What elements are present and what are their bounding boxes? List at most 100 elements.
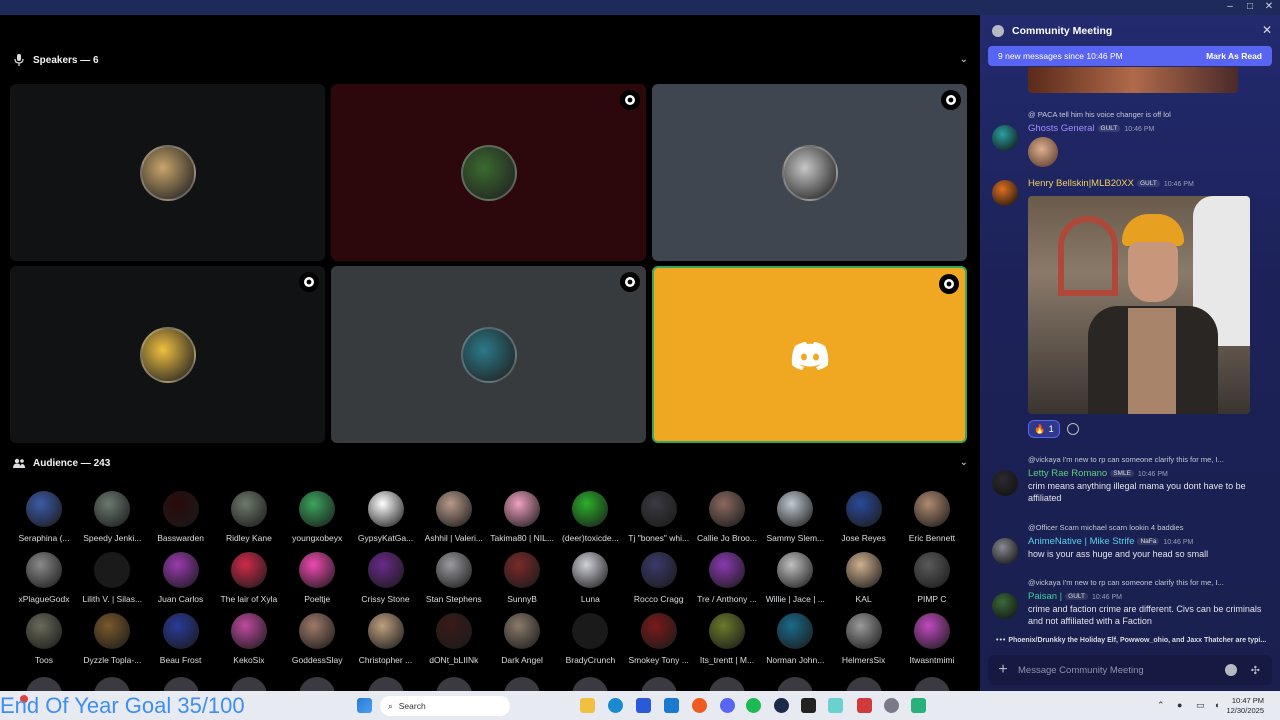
audience-member[interactable]: xPlagueGodx: [10, 552, 78, 604]
close-window-button[interactable]: ✕: [1262, 1, 1276, 13]
new-messages-bar[interactable]: 9 new messages since 10:46 PM Mark As Re…: [988, 46, 1272, 66]
audience-member[interactable]: (deer)toxicde...: [556, 491, 624, 543]
speaker-tile[interactable]: [331, 266, 646, 443]
audience-member[interactable]: Tj "bones" whi...: [625, 491, 693, 543]
author-name[interactable]: Henry Bellskin|MLB20XX: [1028, 178, 1134, 189]
reply-preview[interactable]: @vickaya I'm new to rp can someone clari…: [1028, 578, 1224, 587]
start-button[interactable]: [357, 698, 372, 713]
search-box[interactable]: ⌕ Search: [380, 696, 510, 716]
audience-member[interactable]: HelmersSix: [830, 613, 898, 665]
audience-member[interactable]: Eric Bennett: [898, 491, 966, 543]
audience-member[interactable]: Basswarden: [147, 491, 215, 543]
message-input[interactable]: Message Community Meeting: [1018, 665, 1225, 676]
audience-member[interactable]: Speedy Jenki...: [78, 491, 146, 543]
audience-member[interactable]: Its_trentt | M...: [693, 613, 761, 665]
audience-member[interactable]: Christopher ...: [352, 613, 420, 665]
app-icon[interactable]: [911, 698, 926, 713]
audience-member[interactable]: SunnyB: [488, 552, 556, 604]
audience-member[interactable]: Crissy Stone: [352, 552, 420, 604]
speaker-tile[interactable]: [331, 84, 646, 261]
add-reaction-icon[interactable]: [1067, 423, 1079, 435]
audience-member[interactable]: youngxobeyx: [283, 491, 351, 543]
avatar[interactable]: [992, 125, 1018, 151]
audience-member[interactable]: Itwasntmimi: [898, 613, 966, 665]
speaker-tile[interactable]: [10, 266, 325, 443]
minimize-button[interactable]: –: [1223, 1, 1237, 13]
reply-preview[interactable]: @vickaya I'm new to rp can someone clari…: [1028, 455, 1224, 464]
close-icon[interactable]: ✕: [1262, 23, 1272, 37]
steam-icon[interactable]: [774, 698, 789, 713]
network-icon[interactable]: ▭: [1196, 700, 1205, 711]
audience-member[interactable]: Dyzzle Topla-...: [78, 613, 146, 665]
audience-member[interactable]: Jose Reyes: [830, 491, 898, 543]
avatar[interactable]: [992, 470, 1018, 496]
reaction-chip[interactable]: 🔥 1: [1028, 420, 1060, 438]
chevron-down-icon[interactable]: ⌄: [960, 54, 968, 65]
audience-member[interactable]: Dark Angel: [488, 613, 556, 665]
firefox-icon[interactable]: [692, 698, 707, 713]
reply-preview[interactable]: @Officer Scam michael scarn lookin 4 bad…: [1028, 523, 1183, 532]
author-name[interactable]: Letty Rae Romano: [1028, 468, 1107, 479]
audience-member[interactable]: Beau Frost: [147, 613, 215, 665]
mail-icon[interactable]: [664, 698, 679, 713]
xbox-icon[interactable]: [801, 698, 816, 713]
audience-header[interactable]: Audience — 243: [12, 453, 110, 473]
audience-member[interactable]: Tre / Anthony ...: [693, 552, 761, 604]
speakers-header[interactable]: Speakers — 6: [12, 50, 99, 70]
reply-preview[interactable]: @ PACA tell him his voice changer is off…: [1028, 110, 1171, 119]
microphone-tray-icon[interactable]: ●: [1177, 700, 1182, 710]
audience-member[interactable]: Willie | Jace | ...: [761, 552, 829, 604]
audience-member[interactable]: Lilith V. | Silas...: [78, 552, 146, 604]
audience-member[interactable]: Ashhil | Valeri...: [420, 491, 488, 543]
app-icon[interactable]: [828, 698, 843, 713]
audience-member[interactable]: Poeltje: [283, 552, 351, 604]
settings-icon[interactable]: [884, 698, 899, 713]
maximize-button[interactable]: □: [1243, 1, 1257, 13]
avatar[interactable]: [992, 593, 1018, 619]
apps-icon[interactable]: ✣: [1251, 664, 1260, 677]
attachment-image[interactable]: [1028, 196, 1250, 414]
audience-member[interactable]: KekoSix: [215, 613, 283, 665]
chevron-up-icon[interactable]: ⌃: [1157, 700, 1165, 711]
message-composer[interactable]: + Message Community Meeting ✣: [988, 655, 1272, 685]
audience-member[interactable]: Ridley Kane: [215, 491, 283, 543]
valorant-icon[interactable]: [857, 698, 872, 713]
speaker-tile[interactable]: [652, 266, 967, 443]
edge-icon[interactable]: [608, 698, 623, 713]
speaker-tile[interactable]: [652, 84, 967, 261]
audience-member[interactable]: Luna: [556, 552, 624, 604]
audience-member[interactable]: KAL: [830, 552, 898, 604]
audience-member[interactable]: Norman John...: [761, 613, 829, 665]
audience-member[interactable]: Rocco Cragg: [625, 552, 693, 604]
audience-member[interactable]: Callie Jo Broo...: [693, 491, 761, 543]
mark-as-read-button[interactable]: Mark As Read: [1206, 51, 1262, 61]
speaker-tile[interactable]: [10, 84, 325, 261]
store-icon[interactable]: [636, 698, 651, 713]
audience-member[interactable]: The lair of Xyla: [215, 552, 283, 604]
clock[interactable]: 10:47 PM 12/30/2025: [1226, 696, 1264, 716]
author-name[interactable]: Paisan |: [1028, 591, 1062, 602]
audience-member[interactable]: Stan Stephens: [420, 552, 488, 604]
sticker-image[interactable]: [1028, 137, 1058, 167]
audience-member[interactable]: dONt_bLIINk: [420, 613, 488, 665]
audience-member[interactable]: Takima80 | NIL...: [488, 491, 556, 543]
file-explorer-icon[interactable]: [580, 698, 595, 713]
discord-icon[interactable]: [720, 698, 735, 713]
plus-icon[interactable]: +: [988, 661, 1018, 679]
audience-member[interactable]: BradyCrunch: [556, 613, 624, 665]
audience-member[interactable]: Smokey Tony ...: [625, 613, 693, 665]
author-name[interactable]: Ghosts General: [1028, 123, 1095, 134]
audience-member[interactable]: Juan Carlos: [147, 552, 215, 604]
audience-member[interactable]: Sammy Slem...: [761, 491, 829, 543]
audience-member[interactable]: GoddessSlay: [283, 613, 351, 665]
emoji-icon[interactable]: [1224, 664, 1237, 676]
spotify-icon[interactable]: [746, 698, 761, 713]
audience-member[interactable]: Toos: [10, 613, 78, 665]
attachment-image[interactable]: [1028, 67, 1238, 93]
audience-member[interactable]: Seraphina (...: [10, 491, 78, 543]
audience-member[interactable]: PIMP C: [898, 552, 966, 604]
author-name[interactable]: AnimeNative | Mike Strife: [1028, 536, 1134, 547]
avatar[interactable]: [992, 538, 1018, 564]
avatar[interactable]: [992, 180, 1018, 206]
volume-icon[interactable]: ◖: [1214, 700, 1219, 710]
